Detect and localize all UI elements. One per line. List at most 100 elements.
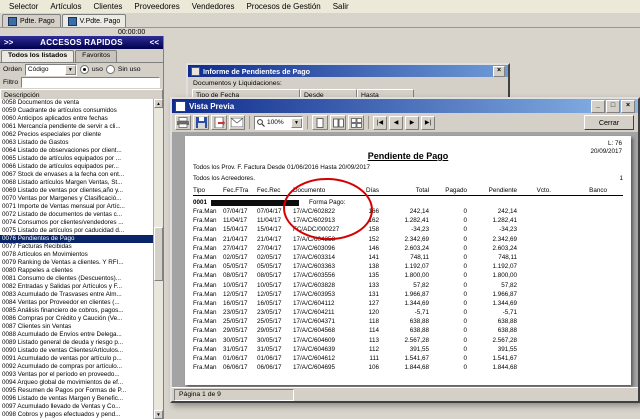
menu-item-procesos-de-gestion[interactable]: Procesos de Gestión [240,2,326,11]
single-page-view-button[interactable] [312,115,328,130]
menu-item-salir[interactable]: Salir [327,2,355,11]
close-icon[interactable]: × [621,99,635,113]
preview-titlebar[interactable]: Vista Previa _ □ × [172,99,638,113]
scroll-up-icon[interactable]: ▲ [154,99,163,108]
list-item[interactable]: 0083 Acumulado de Trasvases entre Alm... [0,291,154,299]
list-item[interactable]: 0088 Acumulado de Envíos entre Delega... [0,331,154,339]
list-item[interactable]: 0091 Acumulado de ventas por artículo p.… [0,355,154,363]
list-item[interactable]: 0060 Anticipos aplicados entre fechas [0,115,154,123]
list-item[interactable]: 0059 Cuadrante de artículos consumidos [0,107,154,115]
collapse-right-chevrons-icon[interactable]: << [150,38,159,47]
list-item[interactable]: 0090 Listado de ventas Clientes/Artículo… [0,347,154,355]
list-item[interactable]: 0080 Rappeles a clientes [0,267,154,275]
cell-banco [551,281,609,290]
chevron-down-icon[interactable]: ▼ [291,117,302,128]
cell-fec_ftra: 23/05/17 [223,309,248,317]
cell-tipo: Fra.Man [193,272,217,280]
table-row: Fra.Man 08/05/17 08/05/17 17/A/C/603556 135 1… [193,271,623,280]
list-item[interactable]: 0069 Listado de ventas por clientes,año … [0,187,154,195]
list-item[interactable]: 0084 Ventas por Proveedor en clientes (.… [0,299,154,307]
list-item[interactable]: 0077 Facturas Recibidas [0,243,154,251]
list-item[interactable]: 0062 Precios especiales por cliente [0,131,154,139]
two-page-view-button[interactable] [330,115,346,130]
last-page-button[interactable]: ▶| [421,115,435,130]
table-row: Fra.Man 23/05/17 23/05/17 17/A/C/604211 120 -… [193,308,623,317]
export-button[interactable] [211,115,227,130]
scroll-down-icon[interactable]: ▼ [154,410,163,419]
multi-page-view-button[interactable] [348,115,364,130]
menu-item-proveedores[interactable]: Proveedores [128,2,185,11]
cell-documento: 17/A/C/603828 [293,281,336,289]
cell-fec_ftra: 31/05/17 [223,345,248,353]
list-item[interactable]: 0067 Stock de envases a la fecha con ent… [0,171,154,179]
cell-banco [551,345,609,354]
scrollbar-thumb[interactable] [154,227,163,281]
list-item[interactable]: 0072 Listado de documentos de ventas c..… [0,211,154,219]
maximize-icon[interactable]: □ [606,99,620,113]
cell-total: 1.192,07 [404,263,429,271]
orden-select[interactable]: Código ▼ [24,63,77,76]
save-button[interactable] [193,115,209,130]
cell-fec_rec: 27/04/17 [257,244,282,252]
list-item[interactable]: 0085 Análisis financiero de cobros, pago… [0,307,154,315]
filtro-input[interactable] [21,77,160,88]
list-item[interactable]: 0076 Pendientes de Pago [0,235,154,243]
list-item[interactable]: 0095 Resumen de Pagos por Formas de P... [0,387,154,395]
previous-page-button[interactable]: ◀ [389,115,403,130]
cell-fec_ftra: 21/04/17 [223,235,248,243]
tab-v-pdte-pago[interactable]: V.Pdte. Pago [61,14,127,27]
list-item[interactable]: 0087 Clientes sin Ventas [0,323,154,331]
tab-pdte-pago[interactable]: Pdte. Pago [2,14,61,27]
list-item[interactable]: 0074 Consumos por clientes/vendedores ..… [0,219,154,227]
list-item[interactable]: 0092 Acumulado de compras por artículo..… [0,363,154,371]
list-item[interactable]: 0075 Listado de artículos por caducidad … [0,227,154,235]
list-item[interactable]: 0098 Cobros y pagos efectuados y pend... [0,411,154,419]
list-item[interactable]: 0097 Acumulado llevado de Ventas y Co... [0,403,154,411]
list-item[interactable]: 0061 Mercancía pendiente de servir a cli… [0,123,154,131]
dialog-close-icon[interactable]: × [493,65,505,77]
table-row: Fra.Man 05/05/17 05/05/17 17/A/C/603363 138 1… [193,262,623,271]
chevron-down-icon[interactable]: ▼ [64,64,76,75]
list-item[interactable]: 0093 Ventas por el período en proveedo..… [0,371,154,379]
cell-fec_ftra: 27/04/17 [223,244,248,252]
list-item[interactable]: 0089 Listado general de deuda y riesgo p… [0,339,154,347]
column-header: Días [366,187,379,194]
tab-favoritos[interactable]: Favoritos [75,50,118,62]
collapse-left-chevrons-icon[interactable]: >> [4,38,13,47]
dialog-titlebar[interactable]: Informe de Pendientes de Pago × [188,65,508,77]
menu-item-articulos[interactable]: Artículos [44,2,87,11]
list-item[interactable]: 0096 Listado de ventas Margen y Benefic.… [0,395,154,403]
cell-fec_rec: 10/05/17 [257,281,282,289]
sin-uso-radio[interactable] [105,65,115,74]
list-item[interactable]: 0078 Artículos en Movimientos [0,251,154,259]
print-button[interactable] [175,115,191,130]
sidebar-scrollbar[interactable]: ▲ ▼ [153,99,163,419]
minimize-icon[interactable]: _ [591,99,605,113]
menu-item-selector[interactable]: Selector [3,2,44,11]
cell-fec_ftra: 29/05/17 [223,327,248,335]
first-page-button[interactable]: |◀ [373,115,387,130]
list-item[interactable]: 0058 Documentos de venta [0,99,154,107]
cell-dias: 146 [368,244,379,252]
uso-radio[interactable] [79,65,89,74]
list-item[interactable]: 0065 Listado de artículos equipados por … [0,155,154,163]
list-item[interactable]: 0086 Compras por Crédito y Caución (Ve..… [0,315,154,323]
list-item[interactable]: 0094 Arqueo global de movimientos de ef.… [0,379,154,387]
list-item[interactable]: 0070 Ventas por Margenes y Clasificació.… [0,195,154,203]
email-button[interactable] [229,115,245,130]
list-item[interactable]: 0066 Listado de artículos equipados per.… [0,163,154,171]
list-item[interactable]: 0068 Listado artículos Margen Ventas, St… [0,179,154,187]
menu-item-clientes[interactable]: Clientes [87,2,128,11]
list-item[interactable]: 0082 Entradas y Salidas por Artículos y … [0,283,154,291]
tab-todos-los-listados[interactable]: Todos los listados [1,50,75,62]
zoom-select[interactable]: 100% ▼ [254,115,303,130]
list-item[interactable]: 0081 Consumo de clientes (Descuentos)... [0,275,154,283]
menu-item-vendedores[interactable]: Vendedores [186,2,241,11]
cell-banco [551,216,609,225]
list-item[interactable]: 0071 Importe de Ventas mensual por Artíc… [0,203,154,211]
cerrar-button[interactable]: Cerrar [584,115,634,130]
list-item[interactable]: 0063 Listado de Gastos [0,139,154,147]
list-item[interactable]: 0079 Ranking de Ventas a clientes. Y RFI… [0,259,154,267]
list-item[interactable]: 0064 Listado de observaciones por client… [0,147,154,155]
next-page-button[interactable]: ▶ [405,115,419,130]
